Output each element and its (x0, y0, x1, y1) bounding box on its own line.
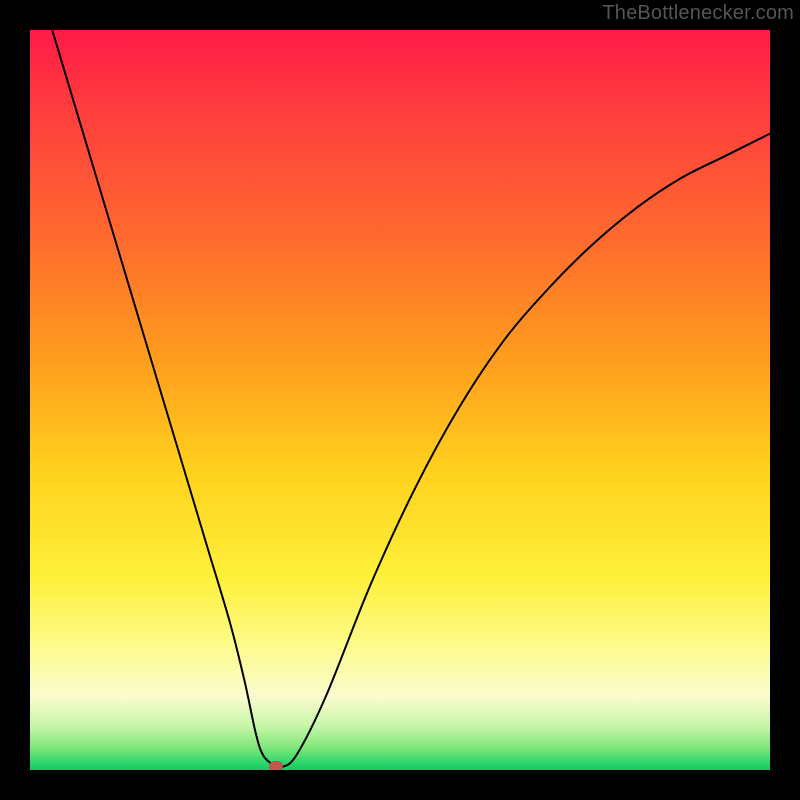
plot-area (30, 30, 770, 770)
curve-layer (30, 30, 770, 770)
chart-frame: TheBottlenecker.com (0, 0, 800, 800)
bottleneck-curve (52, 30, 770, 768)
minimum-marker (269, 761, 283, 770)
attribution-text: TheBottlenecker.com (602, 2, 794, 25)
